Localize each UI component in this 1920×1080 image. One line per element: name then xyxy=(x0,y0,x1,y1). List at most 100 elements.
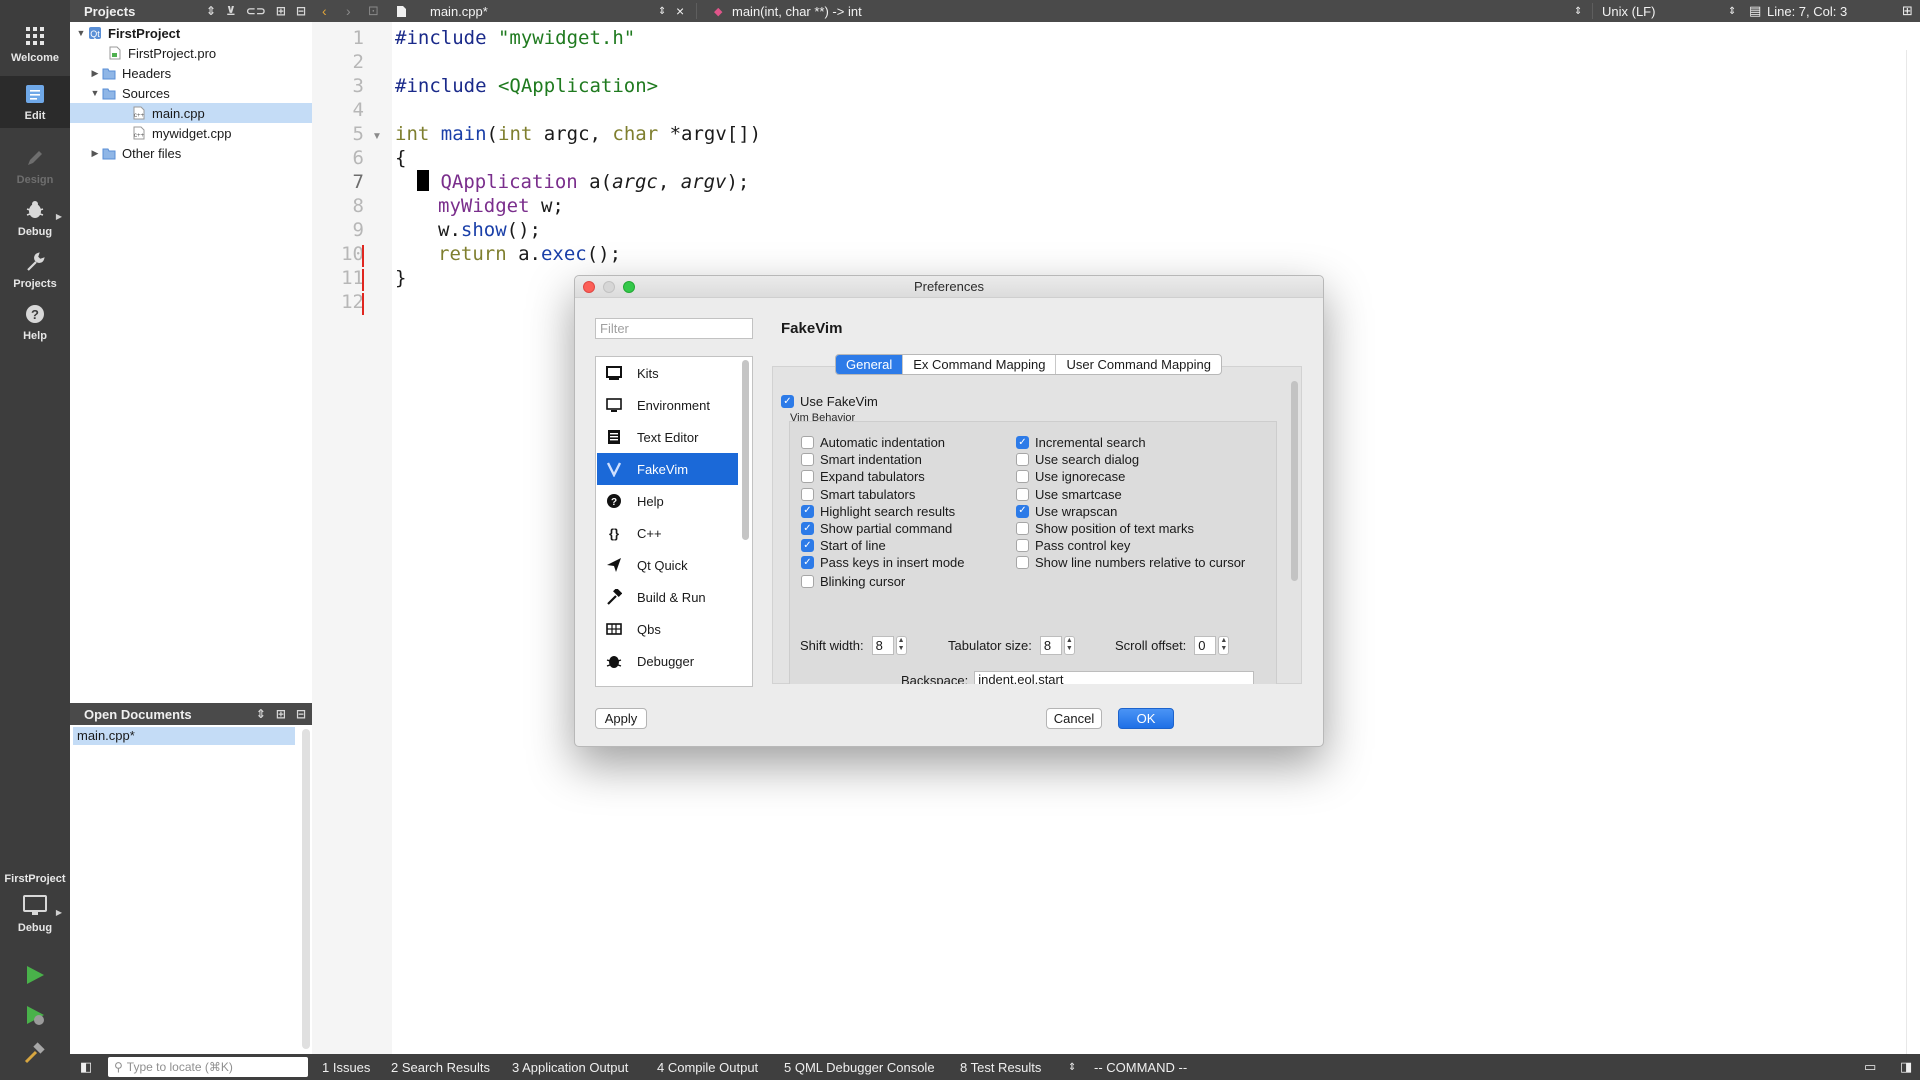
ok-button[interactable]: OK xyxy=(1118,708,1174,729)
option-checkbox[interactable]: ✓ Incremental search xyxy=(1016,435,1146,450)
file-selector-arrows-icon[interactable]: ⇕ xyxy=(658,0,666,22)
mode-welcome[interactable]: Welcome xyxy=(0,18,70,70)
option-checkbox[interactable]: Use smartcase xyxy=(1016,487,1122,502)
build-button[interactable] xyxy=(20,1038,50,1068)
category-qbs[interactable]: Qbs xyxy=(597,613,738,645)
category-help[interactable]: ? Help xyxy=(597,485,738,517)
option-checkbox[interactable]: Show position of text marks xyxy=(1016,521,1194,536)
pane-search-results[interactable]: 2 Search Results xyxy=(391,1054,490,1080)
option-checkbox[interactable]: Blinking cursor xyxy=(801,574,905,589)
pane-qml-debugger-console[interactable]: 5 QML Debugger Console xyxy=(784,1054,935,1080)
forward-arrow-icon[interactable]: › xyxy=(346,0,351,22)
option-checkbox[interactable]: Pass control key xyxy=(1016,538,1130,553)
category-build-run[interactable]: Build & Run xyxy=(597,581,738,613)
category-fakevim[interactable]: FakeVim xyxy=(597,453,738,485)
category-debugger[interactable]: Debugger xyxy=(597,645,738,677)
progress-toggle-icon[interactable]: ▭ xyxy=(1864,1054,1876,1080)
mode-design[interactable]: Design xyxy=(0,140,70,192)
pane-test-results[interactable]: 8 Test Results xyxy=(960,1054,1041,1080)
category-qt-quick[interactable]: Qt Quick xyxy=(597,549,738,581)
mode-help[interactable]: ? Help xyxy=(0,296,70,348)
apply-button[interactable]: Apply xyxy=(595,708,647,729)
split-editor-icon[interactable]: ⊞ xyxy=(1902,0,1913,22)
option-checkbox[interactable]: Automatic indentation xyxy=(801,435,945,450)
option-checkbox[interactable]: Show line numbers relative to cursor xyxy=(1016,555,1245,570)
shift-width-stepper[interactable]: ▲ ▼ xyxy=(895,635,907,655)
expanded-arrow-icon[interactable]: ▼ xyxy=(74,28,88,38)
close-file-icon[interactable]: × xyxy=(676,0,684,22)
tree-item-other-files[interactable]: ▶ Other files xyxy=(70,143,312,163)
category-environment[interactable]: Environment xyxy=(597,389,738,421)
link-icon[interactable]: ⊂⊃ xyxy=(246,4,266,18)
view-selector-arrows-icon[interactable]: ⇕ xyxy=(256,707,266,721)
symbol-selector-arrows-icon[interactable]: ⇕ xyxy=(1574,0,1582,22)
option-checkbox[interactable]: Use ignorecase xyxy=(1016,469,1125,484)
pane-issues[interactable]: 1 Issues xyxy=(322,1054,370,1080)
view-selector-arrows-icon[interactable]: ⇕ xyxy=(206,4,216,18)
filter-input[interactable]: Filter xyxy=(595,318,753,339)
settings-page-scrollbar[interactable] xyxy=(1291,381,1298,581)
fold-arrow-icon[interactable]: ▼ xyxy=(372,131,382,142)
tree-item-main-cpp[interactable]: c++ main.cpp xyxy=(70,103,312,123)
current-file-name[interactable]: main.cpp* xyxy=(430,0,488,22)
zoom-window-icon[interactable] xyxy=(623,281,635,293)
tabulator-size-input[interactable]: 8 xyxy=(1039,635,1062,655)
tree-item-project[interactable]: ▼ Qt FirstProject xyxy=(70,23,312,43)
option-checkbox[interactable]: Expand tabulators xyxy=(801,469,925,484)
close-pane-icon[interactable]: ⊟ xyxy=(296,707,306,721)
tree-item-headers[interactable]: ▶ Headers xyxy=(70,63,312,83)
symbol-selector[interactable]: main(int, char **) -> int xyxy=(732,0,862,22)
kit-selector[interactable]: Debug ▶ xyxy=(0,888,70,940)
option-checkbox[interactable]: ✓ Start of line xyxy=(801,538,886,553)
category-cpp[interactable]: {} C++ xyxy=(597,517,738,549)
option-checkbox[interactable]: ✓ Use wrapscan xyxy=(1016,504,1117,519)
more-panes-arrows-icon[interactable]: ⇕ xyxy=(1068,1054,1076,1080)
pane-application-output[interactable]: 3 Application Output xyxy=(512,1054,628,1080)
split-icon[interactable]: ⊞ xyxy=(276,707,286,721)
run-button[interactable] xyxy=(20,960,50,990)
cursor-position[interactable]: Line: 7, Col: 3 xyxy=(1767,0,1847,22)
use-fakevim-checkbox[interactable]: ✓ Use FakeVim xyxy=(781,394,878,409)
scroll-offset-stepper[interactable]: ▲ ▼ xyxy=(1218,635,1230,655)
option-checkbox[interactable]: ✓ Highlight search results xyxy=(801,504,955,519)
tab-user-command-mapping[interactable]: User Command Mapping xyxy=(1056,355,1221,374)
tabulator-size-stepper[interactable]: ▲ ▼ xyxy=(1063,635,1075,655)
line-ending-selector[interactable]: Unix (LF) xyxy=(1602,0,1655,22)
mode-debug[interactable]: Debug ▶ xyxy=(0,192,70,244)
category-list-scrollbar[interactable] xyxy=(742,360,749,540)
back-arrow-icon[interactable]: ‹ xyxy=(322,0,327,22)
close-window-icon[interactable] xyxy=(583,281,595,293)
scroll-offset-input[interactable]: 0 xyxy=(1194,635,1217,655)
minimize-window-icon[interactable] xyxy=(603,281,615,293)
category-kits[interactable]: Kits xyxy=(597,357,738,389)
option-checkbox[interactable]: Use search dialog xyxy=(1016,452,1139,467)
split-icon[interactable]: ⊞ xyxy=(276,4,286,18)
close-pane-icon[interactable]: ⊟ xyxy=(296,4,306,18)
open-documents-scrollbar[interactable] xyxy=(302,729,310,1049)
shift-width-input[interactable]: 8 xyxy=(871,635,894,655)
tree-item-pro-file[interactable]: FirstProject.pro xyxy=(70,43,312,63)
pane-compile-output[interactable]: 4 Compile Output xyxy=(657,1054,758,1080)
tree-item-mywidget-cpp[interactable]: c++ mywidget.cpp xyxy=(70,123,312,143)
line-ending-arrows-icon[interactable]: ⇕ xyxy=(1728,0,1736,22)
debug-run-button[interactable] xyxy=(20,1000,50,1030)
option-checkbox[interactable]: ✓ Show partial command xyxy=(801,521,952,536)
filter-icon[interactable]: ⊻ xyxy=(226,4,236,18)
tab-general[interactable]: General xyxy=(836,355,904,374)
backspace-input[interactable]: indent,eol,start xyxy=(974,671,1255,684)
toggle-sidebar-icon[interactable]: ◧ xyxy=(80,1054,92,1080)
option-checkbox[interactable]: Smart tabulators xyxy=(801,487,915,502)
toggle-right-sidebar-icon[interactable]: ◨ xyxy=(1900,1054,1912,1080)
collapsed-arrow-icon[interactable]: ▶ xyxy=(88,68,102,79)
tab-ex-command-mapping[interactable]: Ex Command Mapping xyxy=(903,355,1057,374)
mode-projects[interactable]: Projects xyxy=(0,244,70,296)
tree-item-sources[interactable]: ▼ Sources xyxy=(70,83,312,103)
editor-scrollbar[interactable] xyxy=(1906,50,1914,1070)
category-text-editor[interactable]: Text Editor xyxy=(597,421,738,453)
option-checkbox[interactable]: ✓ Pass keys in insert mode xyxy=(801,555,965,570)
cancel-button[interactable]: Cancel xyxy=(1046,708,1102,729)
open-document-item[interactable]: main.cpp* xyxy=(73,727,295,745)
mode-edit[interactable]: Edit xyxy=(0,76,70,128)
locator-input[interactable]: ⚲ Type to locate (⌘K) xyxy=(108,1057,308,1077)
option-checkbox[interactable]: Smart indentation xyxy=(801,452,922,467)
